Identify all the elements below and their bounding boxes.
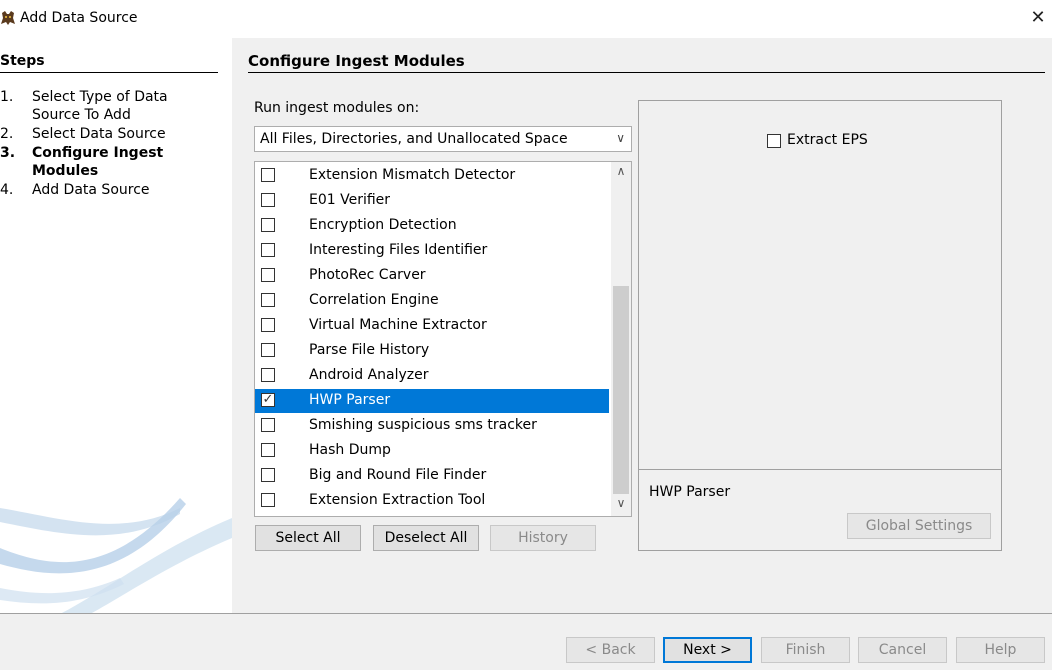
step-number: 3. <box>0 145 16 161</box>
module-row[interactable]: Extension Extraction Tool <box>255 489 609 513</box>
scrollbar-thumb[interactable] <box>613 286 629 494</box>
back-button[interactable]: < Back <box>566 637 655 663</box>
step-label: Configure Ingest Modules <box>32 145 164 179</box>
autopsy-dog-icon <box>1 11 15 25</box>
content-panel: Configure Ingest Modules Run ingest modu… <box>232 38 1052 614</box>
module-checkbox[interactable] <box>261 193 275 207</box>
module-checkbox[interactable] <box>261 168 275 182</box>
step-number: 2. <box>0 126 14 142</box>
select-all-button[interactable]: Select All <box>255 525 361 551</box>
module-name: Smishing suspicious sms tracker <box>309 417 537 433</box>
module-row[interactable]: Extension Mismatch Detector <box>255 164 609 188</box>
module-row[interactable]: Hash Dump <box>255 439 609 463</box>
module-row-selected[interactable]: ✓ HWP Parser <box>255 389 609 413</box>
module-checkbox[interactable] <box>261 368 275 382</box>
module-name: Parse File History <box>309 342 430 358</box>
chevron-down-icon: ∨ <box>616 131 625 145</box>
ingest-scope-dropdown[interactable]: All Files, Directories, and Unallocated … <box>254 126 632 152</box>
deselect-all-button[interactable]: Deselect All <box>373 525 479 551</box>
step-label: Select Data Source <box>32 126 166 142</box>
step-number: 4. <box>0 182 14 198</box>
extract-eps-checkbox[interactable] <box>767 134 781 148</box>
divider <box>639 469 1001 470</box>
step-label: Select Type of Data Source To Add <box>32 89 168 123</box>
module-list[interactable]: Extension Mismatch Detector E01 Verifier… <box>254 161 632 517</box>
run-on-label: Run ingest modules on: <box>254 100 420 116</box>
module-name: Android Analyzer <box>309 367 429 383</box>
module-row[interactable]: Virtual Machine Extractor <box>255 314 609 338</box>
module-row[interactable]: Interesting Files Identifier <box>255 239 609 263</box>
wizard-nav-bar: < Back Next > Finish Cancel Help <box>0 613 1052 670</box>
module-checkbox[interactable] <box>261 243 275 257</box>
module-name: Extension Extraction Tool <box>309 492 486 508</box>
module-row[interactable]: E01 Verifier <box>255 189 609 213</box>
selected-module-title: HWP Parser <box>649 484 731 500</box>
module-name: PhotoRec Carver <box>309 267 426 283</box>
module-checkbox[interactable] <box>261 268 275 282</box>
module-checkbox[interactable] <box>261 493 275 507</box>
next-button[interactable]: Next > <box>663 637 752 663</box>
module-name: Interesting Files Identifier <box>309 242 488 258</box>
module-checkbox[interactable] <box>261 443 275 457</box>
divider <box>0 72 218 73</box>
module-checkbox-checked[interactable]: ✓ <box>261 393 275 407</box>
step-number: 1. <box>0 89 14 105</box>
scroll-down-icon[interactable]: ∨ <box>611 496 631 514</box>
module-row[interactable]: PhotoRec Carver <box>255 264 609 288</box>
finish-button[interactable]: Finish <box>761 637 850 663</box>
module-row[interactable]: Correlation Engine <box>255 289 609 313</box>
module-settings-panel: Extract EPS HWP Parser Global Settings <box>638 100 1002 551</box>
steps-panel: Steps 1. Select Type of Data Source To A… <box>0 38 232 614</box>
close-icon[interactable]: ✕ <box>1026 6 1050 30</box>
module-name: Encryption Detection <box>309 217 457 233</box>
module-checkbox[interactable] <box>261 318 275 332</box>
window-title: Add Data Source <box>20 10 138 26</box>
module-row[interactable]: Smishing suspicious sms tracker <box>255 414 609 438</box>
history-button[interactable]: History <box>490 525 596 551</box>
module-row[interactable]: Android Analyzer <box>255 364 609 388</box>
extract-eps-label[interactable]: Extract EPS <box>787 132 868 148</box>
help-button[interactable]: Help <box>956 637 1045 663</box>
module-name: Hash Dump <box>309 442 391 458</box>
module-checkbox[interactable] <box>261 418 275 432</box>
module-row[interactable]: Parse File History <box>255 339 609 363</box>
module-checkbox[interactable] <box>261 218 275 232</box>
divider <box>248 72 1045 73</box>
module-name: Virtual Machine Extractor <box>309 317 487 333</box>
module-checkbox[interactable] <box>261 343 275 357</box>
scroll-up-icon[interactable]: ∧ <box>611 164 631 182</box>
module-row[interactable]: Encryption Detection <box>255 214 609 238</box>
vertical-scrollbar[interactable]: ∧ ∨ <box>611 162 631 516</box>
module-name: Correlation Engine <box>309 292 439 308</box>
cancel-button[interactable]: Cancel <box>858 637 947 663</box>
step-label: Add Data Source <box>32 182 150 198</box>
module-name: Big and Round File Finder <box>309 467 487 483</box>
steps-heading: Steps <box>0 53 45 69</box>
module-name: E01 Verifier <box>309 192 391 208</box>
module-name: Extension Mismatch Detector <box>309 167 516 183</box>
module-checkbox[interactable] <box>261 293 275 307</box>
ingest-scope-value: All Files, Directories, and Unallocated … <box>260 131 568 147</box>
decorative-swoosh-image <box>0 498 232 614</box>
page-title: Configure Ingest Modules <box>248 52 465 70</box>
title-bar: Add Data Source ✕ <box>0 0 1052 38</box>
module-name: HWP Parser <box>309 392 391 408</box>
module-checkbox[interactable] <box>261 468 275 482</box>
global-settings-button[interactable]: Global Settings <box>847 513 991 539</box>
module-row[interactable]: Big and Round File Finder <box>255 464 609 488</box>
